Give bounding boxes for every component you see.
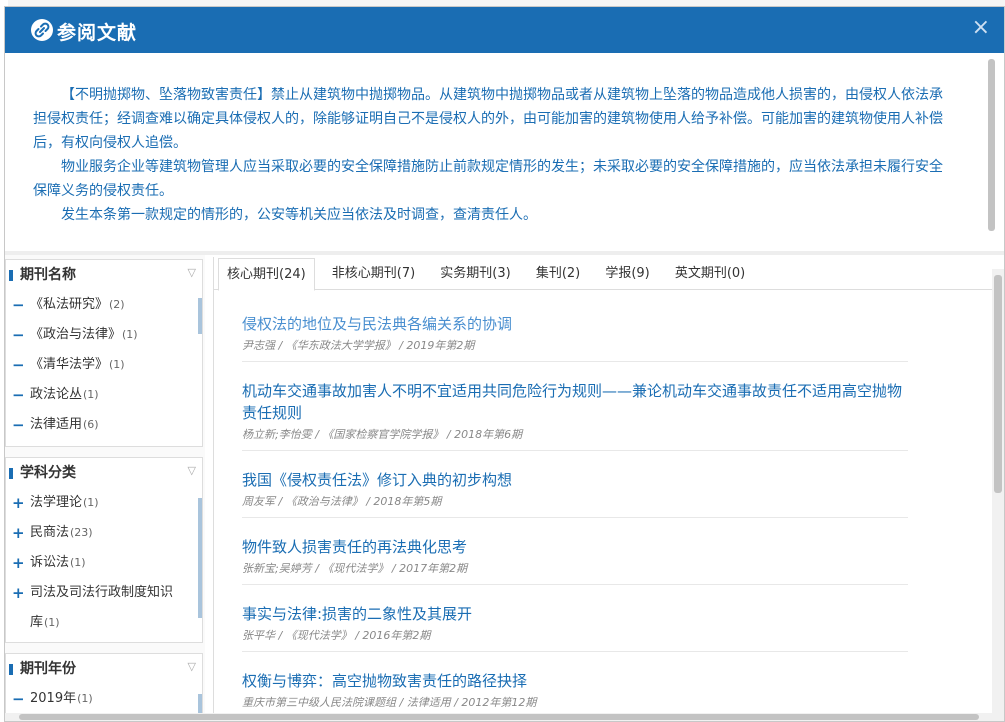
journal-filter-panel: 期刊名称 ▽ − 《私法研究》(2) − 《政治与法律》(1) − 《清华法学》(1)… [5,259,203,447]
filter-item-count: (6) [83,418,99,431]
panel-title: 学科分类 [20,465,76,481]
result-item: 侵权法的地位及与民法典各编关系的协调 尹志强 / 《华东政法大学学报》 / 20… [242,313,908,362]
filter-item[interactable]: − 《私法研究》(2) [6,290,202,320]
result-meta: 杨立新;李怡雯 / 《国家检察官学院学报》 / 2018年第6期 [242,428,523,441]
result-item: 机动车交通事故加害人不明不宜适用共同危险行为规则——兼论机动车交通事故责任不适用… [242,380,908,451]
filter-item[interactable]: − 《政治与法律》(1) [6,320,202,350]
chevron-down-icon[interactable]: ▽ [188,260,196,288]
minus-icon: − [12,416,25,434]
filter-item[interactable]: − 《清华法学》(1) [6,350,202,380]
result-title-link[interactable]: 物件致人损害责任的再法典化思考 [242,536,908,558]
filter-item-count: (23) [70,526,93,539]
subject-filter-panel: 学科分类 ▽ + 法学理论(1) + 民商法(23) + 诉讼法(1) + 司法及司法行… [5,457,203,643]
minus-icon: − [12,690,25,708]
journal-tabs: 核心期刊(24) 非核心期刊(7) 实务期刊(3) 集刊(2) 学报(9) 英文… [214,257,994,291]
plus-icon: + [12,494,25,512]
horizontal-scrollbar[interactable] [5,713,1004,721]
minus-icon: − [12,296,25,314]
filter-sidebar: 期刊名称 ▽ − 《私法研究》(2) − 《政治与法律》(1) − 《清华法学》(1)… [5,255,205,721]
result-item: 我国《侵权责任法》修订入典的初步构想 周友军 / 《政治与法律》 / 2018年… [242,469,908,518]
result-title-link[interactable]: 侵权法的地位及与民法典各编关系的协调 [242,313,908,335]
filter-item-label: 政法论丛 [30,387,83,402]
filter-item[interactable]: −2019年(1) [6,684,202,714]
year-filter-panel: 期刊年份 ▽ −2019年(1) [5,653,203,721]
filter-item-count: (2) [109,298,125,311]
plus-icon: + [12,584,25,602]
filter-item[interactable]: + 民商法(23) [6,518,202,548]
tab-collections[interactable]: 集刊(2) [528,258,588,289]
result-item: 权衡与博弈：高空抛物致害责任的路径抉择 重庆市第三中级人民法院课题组 / 法律适… [242,670,908,719]
filter-item[interactable]: − 政法论丛(1) [6,380,202,410]
tab-english-journals[interactable]: 英文期刊(0) [667,258,753,289]
modal-title: 参阅文献 [57,22,138,44]
result-meta: 张平华 / 《现代法学》 / 2016年第2期 [242,629,431,642]
result-item: 物件致人损害责任的再法典化思考 张新宝;吴婷芳 / 《现代法学》 / 2017年… [242,536,908,585]
filter-item[interactable]: + 司法及司法行政制度知识库(1) [6,578,202,638]
panel-header[interactable]: 期刊名称 ▽ [6,260,202,290]
filter-item[interactable]: + 诉讼法(1) [6,548,202,578]
tab-core-journals[interactable]: 核心期刊(24) [218,258,315,291]
result-item: 事实与法律:损害的二象性及其展开 张平华 / 《现代法学》 / 2016年第2期 [242,603,908,652]
tab-practice-journals[interactable]: 实务期刊(3) [432,258,518,289]
law-paragraph: 物业服务企业等建筑物管理人应当采取必要的安全保障措施防止前款规定情形的发生；未采… [33,159,943,199]
plus-icon: + [12,554,25,572]
filter-item-label: 诉讼法 [30,555,70,570]
result-title-link[interactable]: 权衡与博弈：高空抛物致害责任的路径抉择 [242,670,908,692]
chevron-down-icon[interactable]: ▽ [188,458,196,486]
reference-modal: 参阅文献 × 【不明抛掷物、坠落物致害责任】禁止从建筑物中抛掷物品。从建筑物中抛… [4,6,1005,722]
filter-item-label: 法律适用 [30,417,83,432]
scrollbar-thumb[interactable] [994,275,1002,493]
filter-item-count: (1) [83,496,99,509]
filter-item-label: 《清华法学》 [30,357,109,372]
minus-icon: − [12,386,25,404]
chevron-down-icon[interactable]: ▽ [188,654,196,682]
plus-icon: + [12,524,25,542]
panel-title: 期刊年份 [20,661,76,677]
minus-icon: − [12,356,25,374]
results-scrollbar[interactable] [992,269,1004,715]
results-panel: 核心期刊(24) 非核心期刊(7) 实务期刊(3) 集刊(2) 学报(9) 英文… [213,257,994,721]
filter-item[interactable]: + 法学理论(1) [6,488,202,518]
minus-icon: − [12,326,25,344]
law-scrollbar[interactable] [988,59,995,231]
filter-item-count: (1) [77,692,93,705]
filter-item-label: 民商法 [30,525,70,540]
filter-item-count: (1) [83,388,99,401]
modal-header: 参阅文献 × [5,7,1004,53]
filter-item-label: 《私法研究》 [30,297,109,312]
filter-item-label: 法学理论 [30,495,83,510]
result-meta: 张新宝;吴婷芳 / 《现代法学》 / 2017年第2期 [242,562,468,575]
law-article-text: 【不明抛掷物、坠落物致害责任】禁止从建筑物中抛掷物品。从建筑物中抛掷物品或者从建… [5,53,999,249]
panel-title: 期刊名称 [20,267,76,283]
result-meta: 尹志强 / 《华东政法大学学报》 / 2019年第2期 [242,339,475,352]
panel-header[interactable]: 期刊年份 ▽ [6,654,202,684]
scrollbar-thumb[interactable] [19,714,979,720]
panel-header[interactable]: 学科分类 ▽ [6,458,202,488]
filter-item[interactable]: − 法律适用(6) [6,410,202,440]
filter-item-count: (1) [109,358,125,371]
law-paragraph: 发生本条第一款规定的情形的，公安等机关应当依法及时调查，查清责任人。 [61,207,537,223]
law-paragraph: 【不明抛掷物、坠落物致害责任】禁止从建筑物中抛掷物品。从建筑物中抛掷物品或者从建… [33,87,943,151]
filter-item-label: 2019年 [30,691,77,706]
result-meta: 周友军 / 《政治与法律》 / 2018年第5期 [242,495,442,508]
results-list: 侵权法的地位及与民法典各编关系的协调 尹志强 / 《华东政法大学学报》 / 20… [242,313,908,721]
result-title-link[interactable]: 机动车交通事故加害人不明不宜适用共同危险行为规则——兼论机动车交通事故责任不适用… [242,380,908,424]
result-title-link[interactable]: 我国《侵权责任法》修订入典的初步构想 [242,469,908,491]
filter-item-count: (1) [70,556,86,569]
filter-item-label: 《政治与法律》 [30,327,122,342]
tab-non-core-journals[interactable]: 非核心期刊(7) [324,258,423,289]
link-icon [31,19,53,41]
filter-item-count: (1) [44,616,60,629]
close-icon[interactable]: × [972,15,990,40]
result-title-link[interactable]: 事实与法律:损害的二象性及其展开 [242,603,908,625]
filter-item-count: (1) [122,328,138,341]
result-meta: 重庆市第三中级人民法院课题组 / 法律适用 / 2012年第12期 [242,696,537,709]
tab-university-journals[interactable]: 学报(9) [597,258,657,289]
